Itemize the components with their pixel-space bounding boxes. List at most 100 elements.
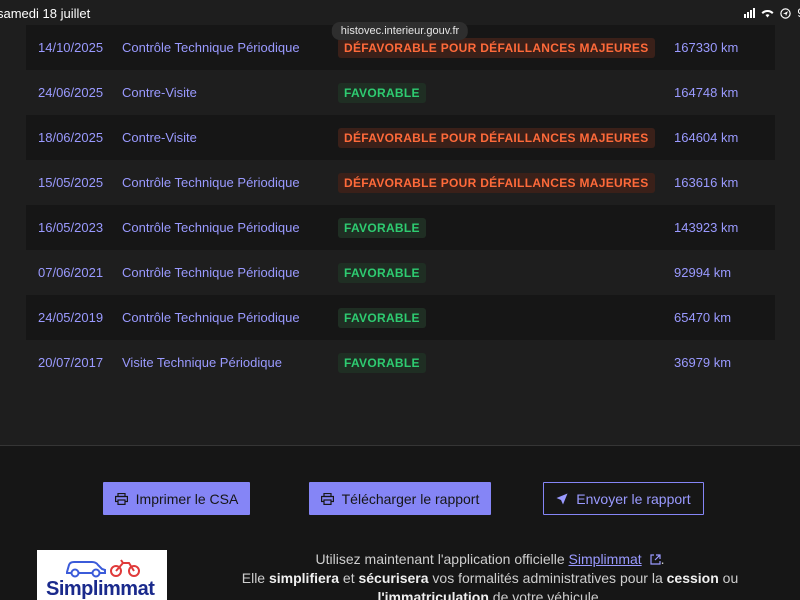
inspection-result-cell: FAVORABLE: [338, 307, 674, 328]
simplimmat-logo-text: Simplimmat: [46, 578, 155, 600]
status-time: samedi 18 juillet: [0, 6, 91, 21]
printer-icon: [320, 492, 334, 505]
simplimmat-link[interactable]: Simplimmat: [569, 551, 642, 567]
odometer-reading: 143923 km: [674, 220, 739, 235]
external-link-icon[interactable]: [649, 554, 661, 565]
inspection-date: 14/10/2025: [38, 40, 104, 55]
promo-line1-text: Utilisez maintenant l'application offici…: [315, 551, 569, 567]
promo-text-part: Elle: [241, 570, 269, 586]
simplimmat-promo: Simplimmat Utilisez maintenant l'applica…: [0, 548, 800, 600]
vehicles-icon: [66, 559, 140, 578]
odometer-reading-cell: 36979 km: [674, 355, 775, 370]
table-row: 20/07/2017 Visite Technique Périodique FAV…: [26, 340, 775, 385]
location-lock-icon: [780, 7, 792, 19]
inspection-type: Contrôle Technique Périodique: [122, 220, 300, 235]
inspection-type-cell: Contrôle Technique Périodique: [122, 175, 338, 190]
table-row: 07/06/2021 Contrôle Technique Périodique F…: [26, 250, 775, 295]
inspection-date: 20/07/2017: [38, 355, 104, 370]
inspection-result-cell: FAVORABLE: [338, 217, 674, 238]
vehicle-history-panel: 14/10/2025 Contrôle Technique Périodique D…: [0, 0, 800, 446]
inspection-date-cell: 24/06/2025: [26, 85, 122, 100]
odometer-reading: 167330 km: [674, 40, 739, 55]
result-badge: FAVORABLE: [338, 262, 426, 283]
inspection-date-cell: 24/05/2019: [26, 310, 122, 325]
promo-bold-part: sécurisera: [358, 570, 429, 586]
odometer-reading-cell: 164604 km: [674, 130, 775, 145]
inspection-type: Contrôle Technique Périodique: [122, 310, 300, 325]
inspection-type-cell: Contre-Visite: [122, 85, 338, 100]
inspection-result-cell: FAVORABLE: [338, 352, 674, 373]
download-report-button[interactable]: Télécharger le rapport: [309, 482, 491, 515]
promo-message: Utilisez maintenant l'application offici…: [205, 550, 775, 600]
result-badge: FAVORABLE: [338, 352, 426, 373]
printer-icon: [114, 492, 128, 505]
inspection-type-cell: Contre-Visite: [122, 130, 338, 145]
result-badge: DÉFAVORABLE POUR DÉFAILLANCES MAJEURES: [338, 127, 655, 148]
print-csa-label: Imprimer le CSA: [135, 490, 239, 507]
promo-bold-part: simplifiera: [268, 570, 340, 586]
inspection-date-cell: 14/10/2025: [26, 40, 122, 55]
promo-text-part: de votre véhicule.: [488, 589, 603, 600]
result-badge: FAVORABLE: [338, 307, 426, 328]
report-actions: Imprimer le CSA Télécharger le rapport E…: [0, 482, 800, 516]
inspection-date: 16/05/2023: [38, 220, 104, 235]
inspection-date: 18/06/2025: [38, 130, 104, 145]
inspection-result-cell: FAVORABLE: [338, 262, 674, 283]
inspection-type-cell: Visite Technique Périodique: [122, 355, 338, 370]
odometer-reading: 92994 km: [674, 265, 732, 280]
result-badge: DÉFAVORABLE POUR DÉFAILLANCES MAJEURES: [338, 172, 655, 193]
address-bar[interactable]: histovec.interieur.gouv.fr: [331, 22, 469, 40]
send-report-label: Envoyer le rapport: [576, 490, 691, 507]
odometer-reading: 163616 km: [674, 175, 739, 190]
inspection-date-cell: 18/06/2025: [26, 130, 122, 145]
promo-text-part: vos formalités administratives pour la: [428, 570, 667, 586]
table-row: 15/05/2025 Contrôle Technique Périodique D…: [26, 160, 775, 205]
send-arrow-icon: [556, 493, 568, 504]
send-report-button[interactable]: Envoyer le rapport: [543, 482, 704, 515]
result-badge: FAVORABLE: [338, 217, 426, 238]
inspection-type: Contrôle Technique Périodique: [122, 40, 300, 55]
wifi-icon: [761, 9, 774, 18]
inspection-date: 24/06/2025: [38, 85, 104, 100]
inspection-history-table: 14/10/2025 Contrôle Technique Périodique D…: [26, 25, 775, 385]
status-icons: 9: [744, 6, 800, 20]
inspection-result-cell: DÉFAVORABLE POUR DÉFAILLANCES MAJEURES: [338, 127, 674, 148]
table-row: 18/06/2025 Contre-Visite DÉFAVORABLE POUR …: [26, 115, 775, 160]
download-report-label: Télécharger le rapport: [341, 490, 480, 507]
inspection-date: 07/06/2021: [38, 265, 104, 280]
odometer-reading-cell: 164748 km: [674, 85, 775, 100]
promo-bold-part: cession: [666, 570, 719, 586]
inspection-type-cell: Contrôle Technique Périodique: [122, 310, 338, 325]
inspection-type: Contrôle Technique Périodique: [122, 175, 300, 190]
inspection-type-cell: Contrôle Technique Périodique: [122, 40, 338, 55]
inspection-result-cell: DÉFAVORABLE POUR DÉFAILLANCES MAJEURES: [338, 172, 674, 193]
cellular-signal-icon: [744, 8, 756, 18]
result-badge: FAVORABLE: [338, 82, 426, 103]
inspection-type: Contrôle Technique Périodique: [122, 265, 300, 280]
table-row: 24/05/2019 Contrôle Technique Périodique F…: [26, 295, 775, 340]
odometer-reading: 164604 km: [674, 130, 739, 145]
odometer-reading-cell: 92994 km: [674, 265, 775, 280]
promo-text-part: et: [339, 570, 359, 586]
odometer-reading-cell: 65470 km: [674, 310, 775, 325]
odometer-reading: 65470 km: [674, 310, 732, 325]
table-row: 16/05/2023 Contrôle Technique Périodique F…: [26, 205, 775, 250]
promo-bold-part: l'immatriculation: [377, 589, 489, 600]
inspection-result-cell: FAVORABLE: [338, 82, 674, 103]
odometer-reading-cell: 163616 km: [674, 175, 775, 190]
inspection-date-cell: 16/05/2023: [26, 220, 122, 235]
print-csa-button[interactable]: Imprimer le CSA: [103, 482, 250, 515]
promo-text-part: ou: [718, 570, 739, 586]
odometer-reading: 164748 km: [674, 85, 739, 100]
odometer-reading-cell: 167330 km: [674, 40, 775, 55]
simplimmat-logo[interactable]: Simplimmat: [37, 550, 167, 600]
odometer-reading: 36979 km: [674, 355, 732, 370]
inspection-type: Contre-Visite: [122, 130, 197, 145]
inspection-date: 24/05/2019: [38, 310, 104, 325]
inspection-type-cell: Contrôle Technique Périodique: [122, 265, 338, 280]
inspection-date-cell: 15/05/2025: [26, 175, 122, 190]
inspection-type-cell: Contrôle Technique Périodique: [122, 220, 338, 235]
inspection-type: Contre-Visite: [122, 85, 197, 100]
promo-line1-end: .: [660, 551, 665, 567]
inspection-date-cell: 20/07/2017: [26, 355, 122, 370]
